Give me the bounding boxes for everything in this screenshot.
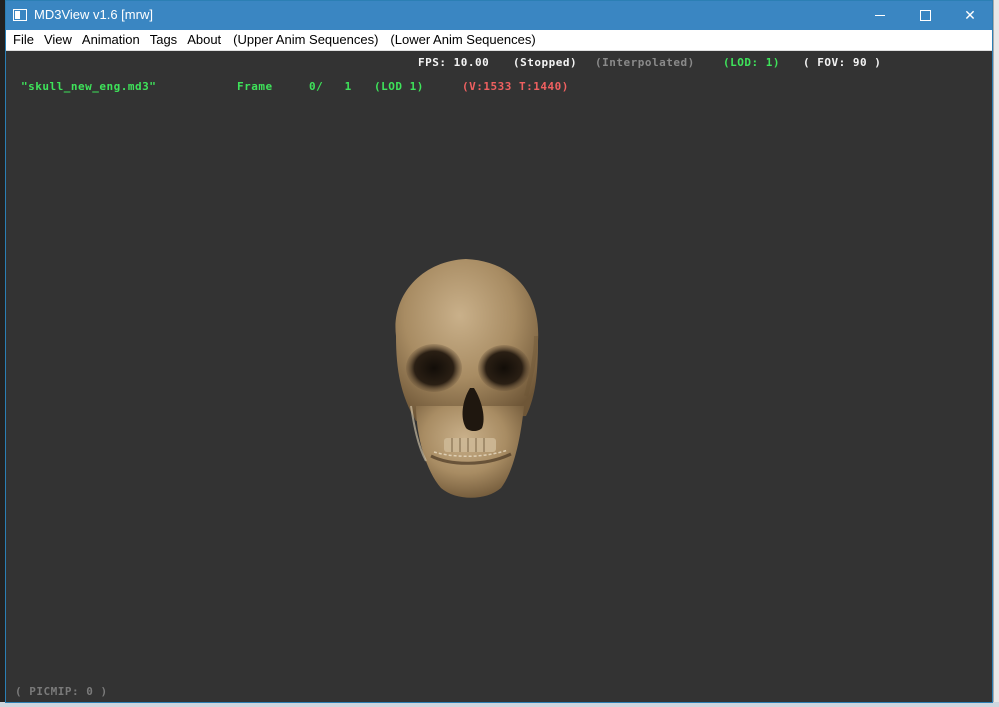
- window-title: MD3View v1.6 [mrw]: [34, 7, 153, 22]
- playback-state: (Stopped): [513, 56, 578, 69]
- maximize-button[interactable]: [902, 1, 948, 30]
- menu-bar: File View Animation Tags About (Upper An…: [6, 30, 992, 51]
- title-bar[interactable]: MD3View v1.6 [mrw] ✕: [6, 1, 992, 30]
- 3d-viewport[interactable]: FPS: 10.00 (Stopped) (Interpolated) (LOD…: [6, 51, 992, 702]
- close-icon: ✕: [964, 7, 976, 24]
- menu-lower-anim-sequences[interactable]: (Lower Anim Sequences): [385, 30, 540, 50]
- picmip-readout: ( PICMIP: 0 ): [15, 685, 108, 698]
- model-lod: (LOD 1): [374, 80, 424, 93]
- fov-readout: ( FOV: 90 ): [803, 56, 882, 69]
- maximize-icon: [919, 10, 931, 21]
- interpolation-status: (Interpolated): [595, 56, 695, 69]
- menu-upper-anim-sequences[interactable]: (Upper Anim Sequences): [228, 30, 383, 50]
- minimize-icon: [875, 15, 885, 16]
- minimize-button[interactable]: [857, 1, 903, 30]
- model-filename: "skull_new_eng.md3": [21, 80, 157, 93]
- skull-left-eye-socket: [406, 344, 462, 392]
- fps-readout: FPS: 10.00: [418, 56, 490, 69]
- app-icon[interactable]: [13, 9, 27, 21]
- menu-animation[interactable]: Animation: [77, 30, 145, 50]
- skull-right-eye-socket: [478, 345, 530, 391]
- background-window-edge: [993, 0, 999, 707]
- frame-label: Frame: [237, 80, 273, 93]
- vertex-triangle-count: (V:1533 T:1440): [462, 80, 569, 93]
- app-window: MD3View v1.6 [mrw] ✕ File View Animation…: [5, 0, 993, 703]
- frame-counter: 0/ 1: [309, 80, 352, 93]
- menu-tags[interactable]: Tags: [145, 30, 182, 50]
- menu-file[interactable]: File: [6, 30, 39, 50]
- skull-model[interactable]: [386, 256, 546, 501]
- menu-about[interactable]: About: [182, 30, 226, 50]
- close-button[interactable]: ✕: [947, 1, 993, 30]
- lod-status: (LOD: 1): [723, 56, 780, 69]
- menu-view[interactable]: View: [39, 30, 77, 50]
